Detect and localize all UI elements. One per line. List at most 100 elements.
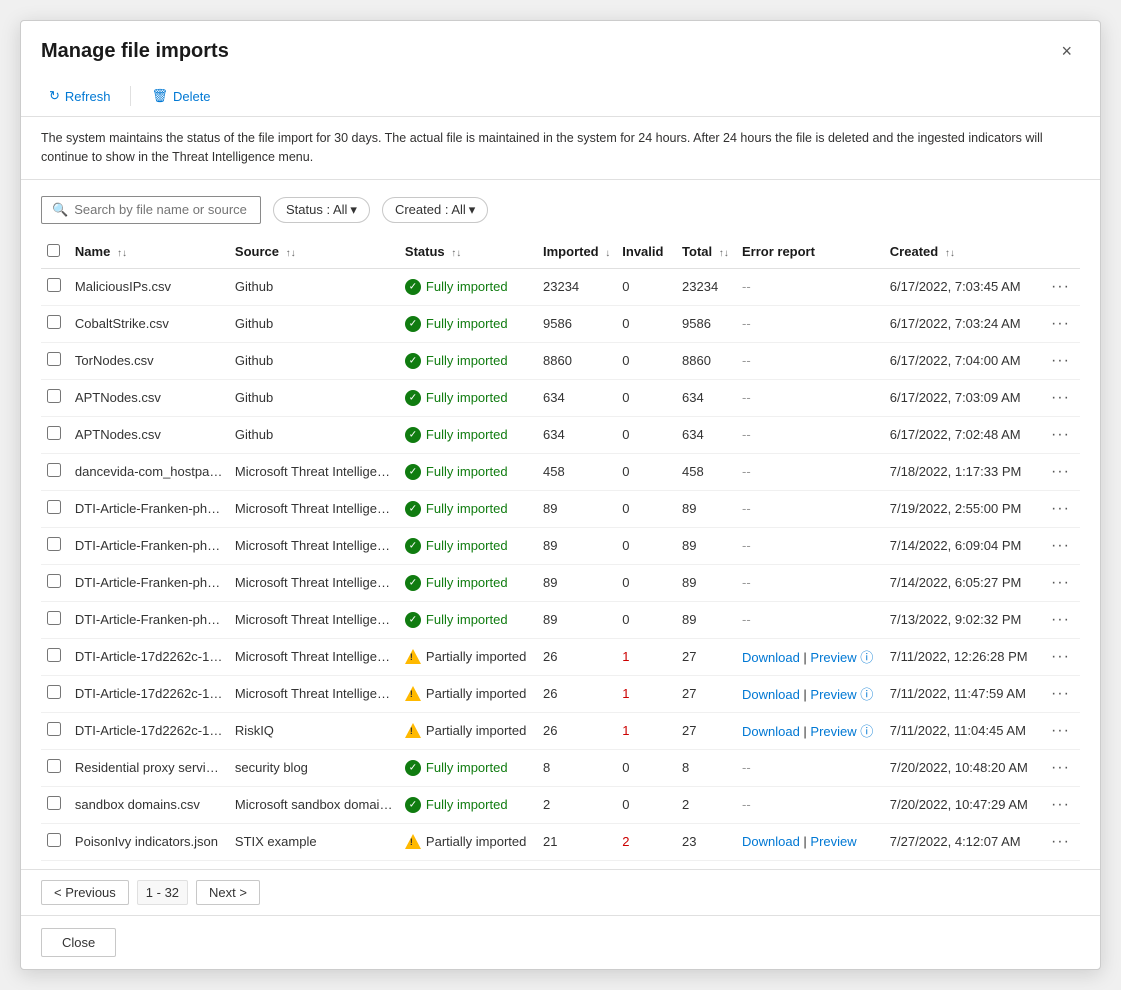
more-actions-button[interactable]: ··· xyxy=(1047,313,1074,335)
more-actions-button[interactable]: ··· xyxy=(1047,720,1074,742)
row-source: RiskIQ xyxy=(229,712,399,749)
status-text: Fully imported xyxy=(426,279,508,294)
success-icon xyxy=(405,612,421,628)
row-checkbox[interactable] xyxy=(47,500,61,514)
more-actions-button[interactable]: ··· xyxy=(1047,498,1074,520)
more-actions-button[interactable]: ··· xyxy=(1047,794,1074,816)
error-report-header: Error report xyxy=(736,236,884,269)
row-name: Residential proxy service 911.... xyxy=(69,749,229,786)
row-checkbox[interactable] xyxy=(47,648,61,662)
row-error-report[interactable]: Download | Preview xyxy=(736,823,884,860)
preview-link[interactable]: Preview ⓘ xyxy=(810,724,873,739)
row-invalid: 0 xyxy=(616,379,676,416)
row-name: sandbox domains.csv xyxy=(69,786,229,823)
row-checkbox[interactable] xyxy=(47,463,61,477)
row-created: 7/14/2022, 6:05:27 PM xyxy=(884,564,1041,601)
manage-file-imports-dialog: Manage file imports × ↻ Refresh 🗑 Delete… xyxy=(20,20,1101,970)
row-status: Partially imported xyxy=(399,823,537,860)
row-imported: 8860 xyxy=(537,342,616,379)
name-header[interactable]: Name ↑↓ xyxy=(69,236,229,269)
status-header[interactable]: Status ↑↓ xyxy=(399,236,537,269)
next-button[interactable]: Next > xyxy=(196,880,260,905)
more-actions-button[interactable]: ··· xyxy=(1047,572,1074,594)
more-actions-button[interactable]: ··· xyxy=(1047,646,1074,668)
row-checkbox[interactable] xyxy=(47,685,61,699)
previous-button[interactable]: < Previous xyxy=(41,880,129,905)
more-actions-button[interactable]: ··· xyxy=(1047,831,1074,853)
created-filter-chip[interactable]: Created : All ▾ xyxy=(382,197,488,223)
row-actions-cell: ··· xyxy=(1041,601,1080,638)
row-checkbox[interactable] xyxy=(47,426,61,440)
search-input[interactable] xyxy=(74,202,250,217)
more-actions-button[interactable]: ··· xyxy=(1047,535,1074,557)
preview-link[interactable]: Preview xyxy=(810,834,856,849)
table-row: DTI-Article-17d2262c-1.csvRiskIQPartiall… xyxy=(41,712,1080,749)
row-imported: 89 xyxy=(537,601,616,638)
row-error-report[interactable]: Download | Preview ⓘ xyxy=(736,675,884,712)
info-bar: The system maintains the status of the f… xyxy=(21,117,1100,180)
more-actions-button[interactable]: ··· xyxy=(1047,757,1074,779)
status-filter-chip[interactable]: Status : All ▾ xyxy=(273,197,370,223)
row-source: Github xyxy=(229,305,399,342)
row-checkbox[interactable] xyxy=(47,611,61,625)
close-icon-button[interactable]: × xyxy=(1053,37,1080,66)
preview-link[interactable]: Preview ⓘ xyxy=(810,687,873,702)
status-text: Fully imported xyxy=(426,538,508,553)
row-status: Fully imported xyxy=(399,379,537,416)
status-text: Fully imported xyxy=(426,353,508,368)
search-box[interactable]: 🔍 xyxy=(41,196,261,224)
dialog-title: Manage file imports xyxy=(41,40,229,63)
row-checkbox[interactable] xyxy=(47,759,61,773)
row-name: TorNodes.csv xyxy=(69,342,229,379)
download-link[interactable]: Download xyxy=(742,687,800,702)
total-header[interactable]: Total ↑↓ xyxy=(676,236,736,269)
refresh-button[interactable]: ↻ Refresh xyxy=(41,84,118,108)
row-error-report[interactable]: Download | Preview ⓘ xyxy=(736,712,884,749)
warning-icon xyxy=(405,686,421,701)
more-actions-button[interactable]: ··· xyxy=(1047,461,1074,483)
row-checkbox-cell xyxy=(41,379,69,416)
more-actions-button[interactable]: ··· xyxy=(1047,387,1074,409)
row-invalid: 0 xyxy=(616,268,676,305)
row-checkbox[interactable] xyxy=(47,278,61,292)
more-actions-button[interactable]: ··· xyxy=(1047,609,1074,631)
close-footer-button[interactable]: Close xyxy=(41,928,116,957)
filter-bar: 🔍 Status : All ▾ Created : All ▾ xyxy=(21,180,1100,236)
select-all-checkbox[interactable] xyxy=(47,244,60,257)
row-checkbox[interactable] xyxy=(47,352,61,366)
delete-button[interactable]: 🗑 Delete xyxy=(143,84,218,108)
row-checkbox[interactable] xyxy=(47,315,61,329)
row-imported: 89 xyxy=(537,527,616,564)
imported-sort-icon: ↓ xyxy=(605,248,610,259)
row-error-report[interactable]: Download | Preview ⓘ xyxy=(736,638,884,675)
preview-link[interactable]: Preview ⓘ xyxy=(810,650,873,665)
more-actions-button[interactable]: ··· xyxy=(1047,350,1074,372)
download-link[interactable]: Download xyxy=(742,724,800,739)
created-header[interactable]: Created ↑↓ xyxy=(884,236,1041,269)
row-total: 27 xyxy=(676,638,736,675)
row-checkbox[interactable] xyxy=(47,537,61,551)
imported-header[interactable]: Imported ↓ xyxy=(537,236,616,269)
download-link[interactable]: Download xyxy=(742,650,800,665)
row-checkbox[interactable] xyxy=(47,796,61,810)
row-checkbox[interactable] xyxy=(47,722,61,736)
row-checkbox[interactable] xyxy=(47,574,61,588)
warning-icon xyxy=(405,723,421,738)
row-actions-cell: ··· xyxy=(1041,342,1080,379)
row-source: Github xyxy=(229,379,399,416)
more-actions-button[interactable]: ··· xyxy=(1047,683,1074,705)
row-invalid: 0 xyxy=(616,601,676,638)
more-actions-button[interactable]: ··· xyxy=(1047,276,1074,298)
download-link[interactable]: Download xyxy=(742,834,800,849)
row-checkbox[interactable] xyxy=(47,389,61,403)
row-checkbox-cell xyxy=(41,712,69,749)
row-invalid: 0 xyxy=(616,453,676,490)
row-source: STIX example xyxy=(229,823,399,860)
source-header[interactable]: Source ↑↓ xyxy=(229,236,399,269)
invalid-header[interactable]: Invalid xyxy=(616,236,676,269)
more-actions-button[interactable]: ··· xyxy=(1047,424,1074,446)
refresh-icon: ↻ xyxy=(49,88,60,104)
row-checkbox-cell xyxy=(41,638,69,675)
select-all-header[interactable] xyxy=(41,236,69,269)
row-checkbox[interactable] xyxy=(47,833,61,847)
